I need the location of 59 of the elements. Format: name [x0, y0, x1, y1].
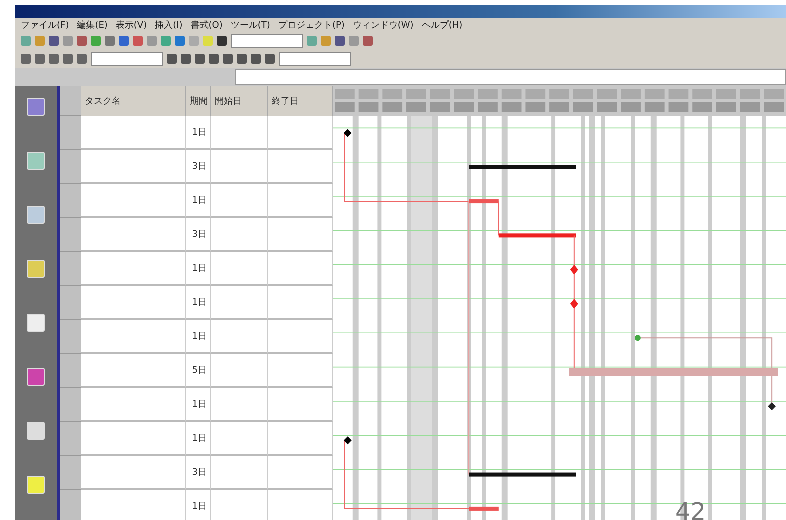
- menu-item[interactable]: プロジェクト(P): [278, 18, 345, 32]
- row-header: [60, 286, 81, 320]
- link-line: [498, 201, 500, 236]
- menu-item[interactable]: 編集(E): [77, 18, 108, 32]
- row-header: [60, 388, 81, 422]
- row-header: [60, 184, 81, 218]
- milestone-marker: [635, 335, 641, 342]
- duration-cell: 1日: [186, 320, 211, 354]
- duration-cell: 1日: [186, 252, 211, 286]
- start-cell: [211, 184, 268, 218]
- duration-cell: 3日: [186, 218, 211, 252]
- start-cell: [211, 354, 268, 388]
- task-bar: [469, 200, 499, 204]
- menu-item[interactable]: ヘルプ(H): [422, 18, 463, 32]
- milestone-marker: [768, 402, 776, 410]
- view-icon[interactable]: [27, 98, 45, 116]
- menu-item[interactable]: ファイル(F): [21, 18, 70, 32]
- menu-item[interactable]: ウィンドウ(W): [352, 18, 414, 32]
- font-dropdown[interactable]: [91, 52, 163, 66]
- filter-dropdown[interactable]: [279, 52, 351, 66]
- task-bar: [469, 506, 499, 511]
- row-header: [60, 422, 81, 456]
- duration-cell: 3日: [186, 150, 211, 184]
- start-cell: [211, 150, 268, 184]
- start-cell: [211, 286, 268, 320]
- start-cell: [211, 388, 268, 422]
- duration-cell: 1日: [186, 388, 211, 422]
- view-icon[interactable]: [27, 152, 45, 170]
- duration-cell: 1日: [186, 286, 211, 320]
- menu-item[interactable]: 挿入(I): [155, 18, 183, 32]
- view-icon[interactable]: [27, 368, 45, 386]
- duration-cell: 5日: [186, 354, 211, 388]
- milestone-marker: [344, 129, 352, 138]
- row-header: [60, 218, 81, 252]
- row-header: [60, 150, 81, 184]
- row-header: [60, 320, 81, 354]
- row-header: [60, 252, 81, 286]
- milestone-marker: [570, 298, 578, 310]
- milestone-marker: [344, 436, 352, 445]
- milestone-marker: [570, 264, 578, 275]
- start-cell: [211, 456, 268, 490]
- start-cell: [211, 218, 268, 252]
- menu-item[interactable]: 表示(V): [116, 18, 148, 32]
- row-header: [60, 354, 81, 388]
- row-header: [60, 456, 81, 490]
- page-number: 42: [675, 498, 706, 520]
- start-cell: [211, 422, 268, 456]
- duration-cell: 1日: [186, 184, 211, 218]
- menu-item[interactable]: 書式(O): [190, 18, 223, 32]
- entry-field[interactable]: [235, 69, 786, 85]
- zoom-dropdown[interactable]: [231, 34, 303, 48]
- duration-cell: 3日: [186, 456, 211, 490]
- start-cell: [211, 252, 268, 286]
- start-cell: [211, 320, 268, 354]
- menu-item[interactable]: ツール(T): [230, 18, 270, 32]
- row-header: [60, 116, 81, 150]
- duration-cell: 1日: [186, 422, 211, 456]
- duration-cell: 1日: [186, 116, 211, 150]
- row-header: [60, 490, 81, 520]
